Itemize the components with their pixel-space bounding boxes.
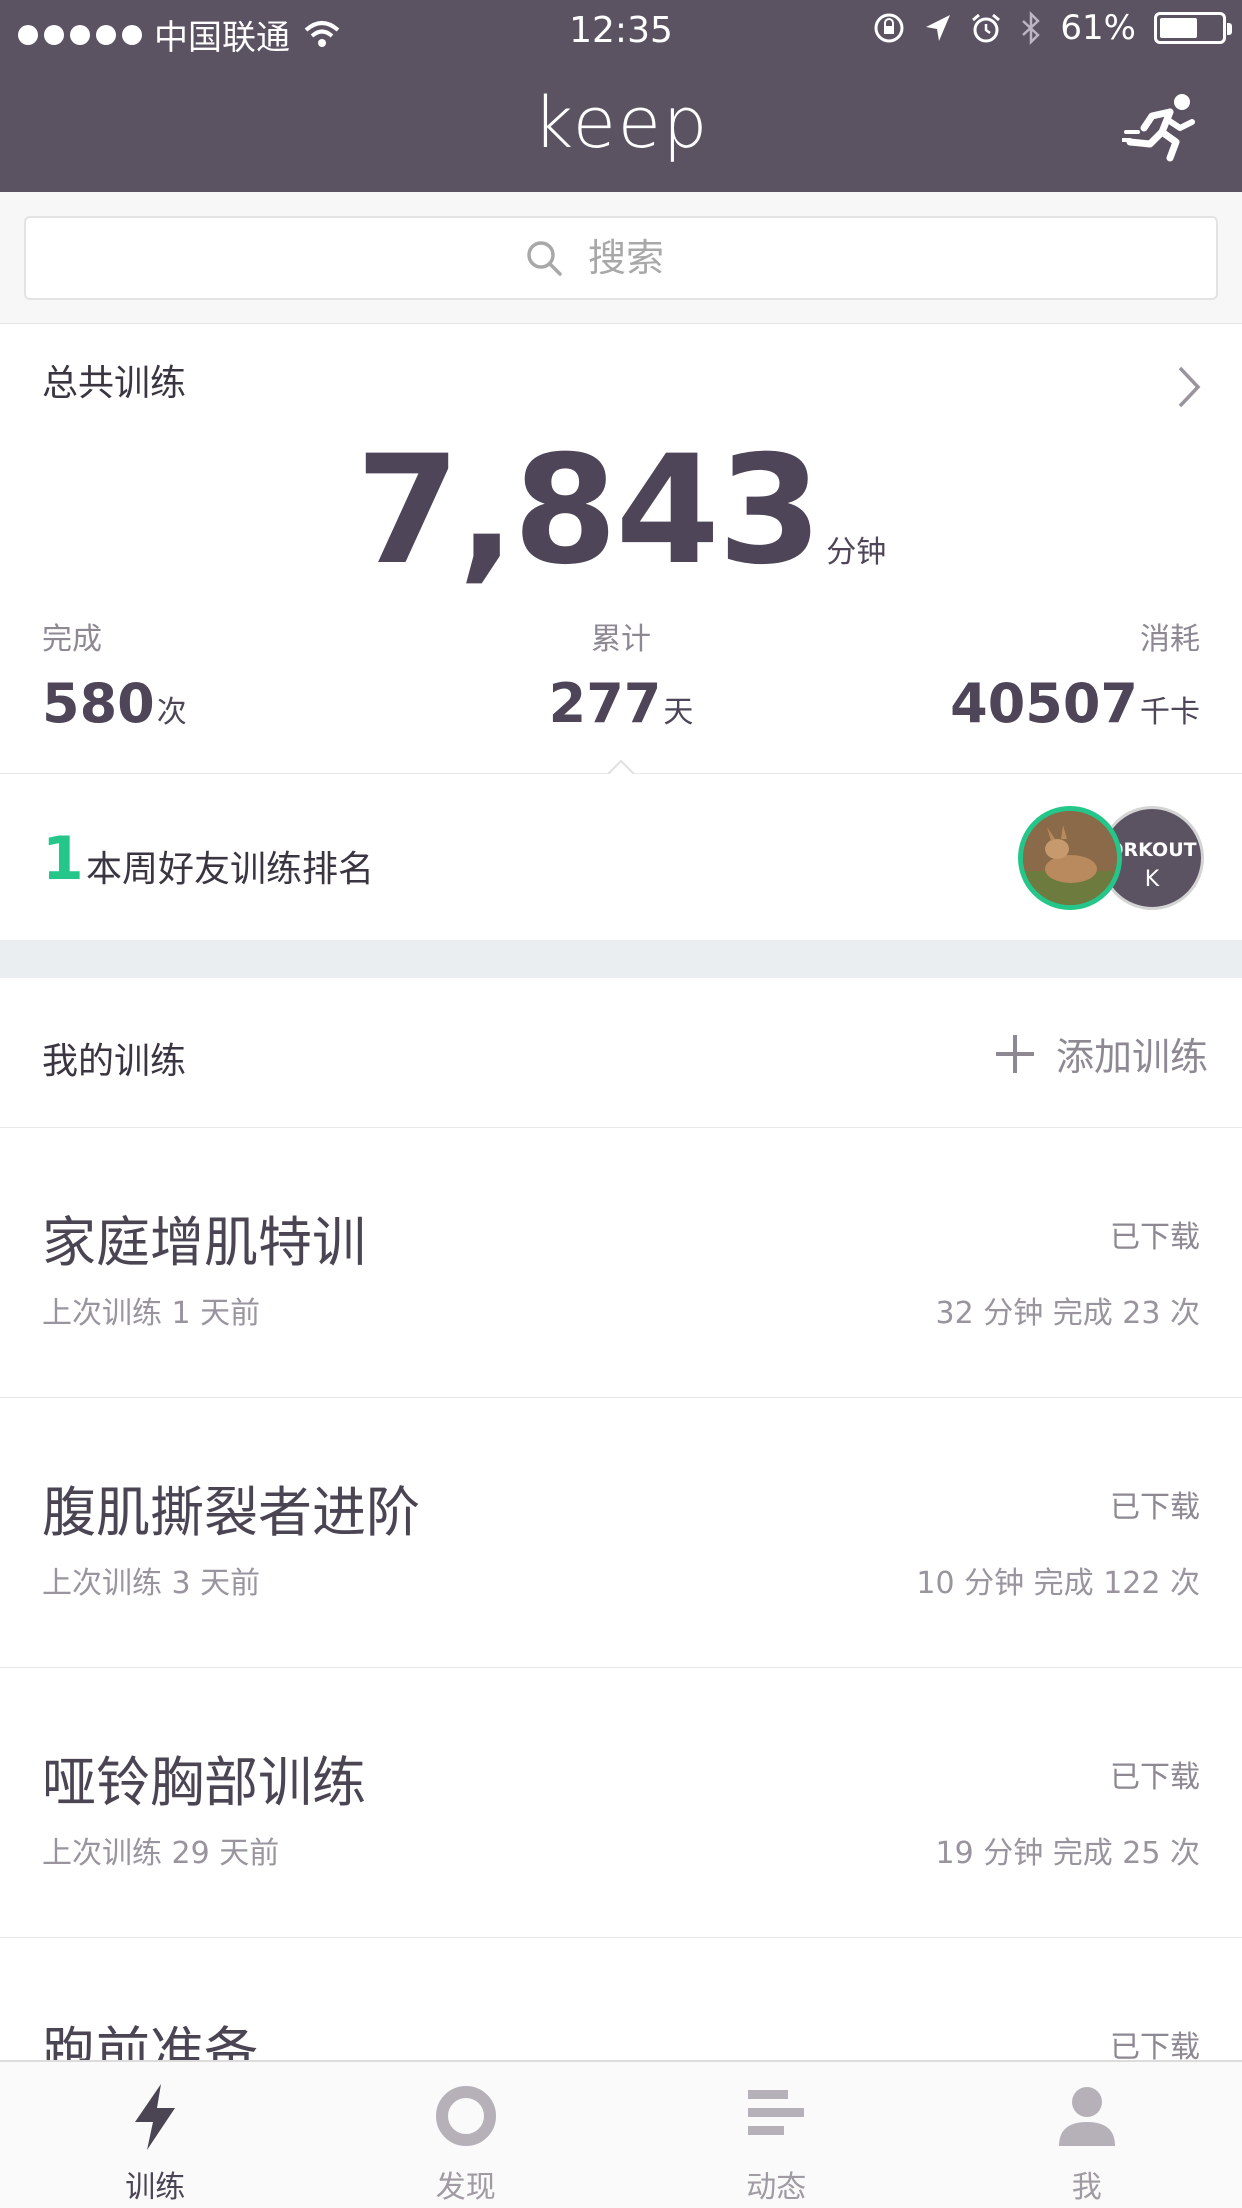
bottom-tab-bar: 训练 发现 动态 我 (0, 2060, 1242, 2208)
course-stats: 19 分钟 完成 25 次 (935, 1836, 1201, 1871)
runner-icon[interactable] (1122, 92, 1200, 162)
course-download-status: 已下载 (1110, 1490, 1200, 1525)
status-right: 61% (872, 8, 1232, 48)
plus-icon (995, 1034, 1034, 1073)
course-last-trained: 上次训练 29 天前 (42, 1836, 280, 1871)
rotation-lock-icon (874, 13, 904, 43)
course-download-status: 已下载 (1110, 1220, 1200, 1255)
feed-lines-icon (748, 2090, 805, 2135)
course-name: 哑铃胸部训练 (42, 1751, 366, 1814)
tab-label: 我 (1071, 2170, 1102, 2205)
course-name: 腹肌撕裂者进阶 (42, 1481, 420, 1544)
tab-label: 训练 (125, 2170, 186, 2205)
ranking-number: 1 (42, 824, 84, 894)
stat-cumulative-unit: 天 (663, 695, 694, 730)
battery-icon (1154, 12, 1232, 44)
friend-ranking-row[interactable]: 1 本周好友训练排名 ORKOUT K (0, 774, 1242, 940)
course-item[interactable]: 家庭增肌特训 已下载 上次训练 1 天前 32 分钟 完成 23 次 (0, 1128, 1242, 1398)
stat-calories-label: 消耗 (1140, 622, 1200, 657)
total-minutes: 7,843 分钟 (0, 424, 1242, 598)
course-stats: 32 分钟 完成 23 次 (935, 1296, 1201, 1331)
total-minutes-value: 7,843 (355, 424, 822, 598)
add-training-label: 添加训练 (1055, 1035, 1208, 1079)
person-icon (1058, 2087, 1115, 2146)
user-avatar[interactable] (1018, 806, 1122, 910)
status-bar: 中国联通 12:35 61% (0, 0, 1242, 62)
tab-discover[interactable]: 发现 (311, 2062, 622, 2208)
ranking-label: 本周好友训练排名 (86, 849, 375, 890)
total-minutes-unit: 分钟 (826, 535, 887, 570)
course-item[interactable]: 哑铃胸部训练 已下载 上次训练 29 天前 19 分钟 完成 25 次 (0, 1668, 1242, 1938)
tab-feed[interactable]: 动态 (621, 2062, 932, 2208)
stat-calories: 消耗 40507千卡 (950, 614, 1200, 735)
course-last-trained: 上次训练 3 天前 (42, 1566, 261, 1601)
tab-training[interactable]: 训练 (0, 2062, 311, 2208)
stat-cumulative-value: 277 (548, 672, 662, 735)
alarm-icon (972, 13, 1001, 43)
tab-label: 发现 (435, 2170, 496, 2205)
search-bar-area (0, 192, 1242, 324)
bluetooth-icon (1022, 11, 1041, 45)
my-training-header: 我的训练 添加训练 (0, 978, 1242, 1128)
ring-icon (435, 2086, 496, 2146)
my-training-title: 我的训练 (42, 1041, 187, 1082)
course-last-trained: 上次训练 1 天前 (42, 1296, 261, 1331)
course-download-status: 已下载 (1110, 1760, 1200, 1795)
tab-label: 动态 (746, 2170, 807, 2205)
stat-calories-value: 40507 (950, 672, 1138, 735)
chevron-right-icon[interactable] (1174, 362, 1204, 412)
course-name: 家庭增肌特训 (42, 1211, 366, 1274)
tab-me[interactable]: 我 (932, 2062, 1242, 2208)
lightning-icon (135, 2084, 176, 2150)
battery-percent: 61% (1060, 8, 1136, 48)
app-logo: keep (532, 82, 710, 164)
search-icon (527, 241, 562, 276)
stat-calories-unit: 千卡 (1140, 695, 1200, 730)
total-training-title: 总共训练 (42, 363, 187, 404)
course-stats: 10 分钟 完成 122 次 (916, 1566, 1200, 1601)
top-bar: 中国联通 12:35 61% keep (0, 0, 1242, 192)
location-arrow-icon (926, 15, 951, 41)
add-training-button[interactable]: 添加训练 (995, 1026, 1208, 1081)
kangaroo-photo (1023, 811, 1117, 905)
section-divider (0, 940, 1242, 978)
search-input[interactable] (588, 236, 718, 280)
course-item[interactable]: 腹肌撕裂者进阶 已下载 上次训练 3 天前 10 分钟 完成 122 次 (0, 1398, 1242, 1668)
total-training-card[interactable]: 总共训练 7,843 分钟 完成 580次 累计 277天 消耗 40507千卡 (0, 324, 1242, 778)
search-box[interactable] (24, 216, 1218, 300)
